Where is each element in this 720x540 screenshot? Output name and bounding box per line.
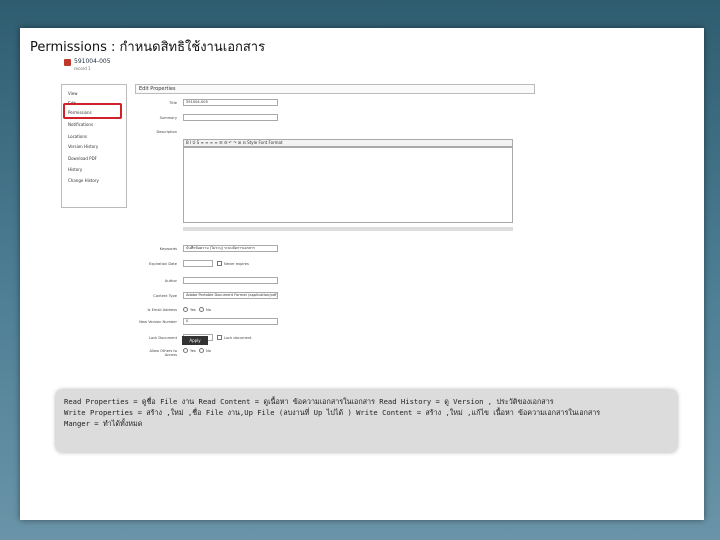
keywords-input[interactable]: บันทึกข้อความ (ไม่ระบุ) ระบบจัดการเอกสาร	[183, 245, 278, 252]
allow-yes-label: Yes	[190, 349, 196, 353]
caption-line-3: Manger = ทำได้ทั้งหมด	[64, 419, 143, 428]
never-expires-checkbox[interactable]	[217, 261, 222, 266]
expiration-label: Expiration Date	[149, 262, 177, 266]
slide: Permissions : กำหนดสิทธิใช้งานเอกสาร 591…	[20, 28, 704, 520]
content-type-label: Content Type	[153, 294, 177, 298]
caption-line-2: Write Properties = สร้าง ,ใหม่ ,ชื่อ Fil…	[64, 408, 601, 417]
caption-line-1: Read Properties = ดูชื่อ File งาน Read C…	[64, 397, 554, 406]
nav-item-download[interactable]: Download PDF	[68, 156, 97, 161]
lock-note: Lock document	[224, 336, 252, 340]
permissions-caption: Read Properties = ดูชื่อ File งาน Read C…	[56, 390, 677, 452]
allow-no-radio[interactable]	[199, 348, 204, 353]
email-no-label: No	[206, 308, 211, 312]
edit-properties-title: Edit Properties	[135, 84, 535, 94]
allow-yes-radio[interactable]	[183, 348, 188, 353]
author-input[interactable]	[183, 277, 278, 284]
version-input[interactable]: 0	[183, 318, 278, 325]
keywords-label: Keywords	[159, 247, 177, 251]
email-yes-radio[interactable]	[183, 307, 188, 312]
never-expires-label: Never expires	[224, 262, 249, 266]
embedded-screenshot: 591004-005 record 1 View Edit Permission…	[56, 54, 540, 357]
expiration-input[interactable]	[183, 260, 213, 267]
record-id: 591004-005	[74, 58, 111, 65]
email-yes-label: Yes	[190, 308, 196, 312]
lock-label: Lock Document	[149, 336, 177, 340]
document-icon	[64, 59, 71, 66]
lock-checkbox[interactable]	[217, 335, 222, 340]
record-subtitle: record 1	[74, 66, 91, 71]
title-label: Title	[169, 101, 177, 105]
nav-item-version-history[interactable]: Version History	[68, 144, 98, 149]
description-editor[interactable]	[183, 147, 513, 223]
nav-item-change-history[interactable]: Change History	[68, 178, 99, 183]
author-label: Author	[164, 279, 177, 283]
apply-button[interactable]: Apply	[182, 336, 208, 345]
nav-item-notifications[interactable]: Notifications	[68, 122, 93, 127]
summary-input[interactable]	[183, 114, 278, 121]
nav-item-history[interactable]: History	[68, 167, 82, 172]
title-input[interactable]: 591004-005	[183, 99, 278, 106]
nav-item-locations[interactable]: Locations	[68, 134, 87, 139]
email-no-radio[interactable]	[199, 307, 204, 312]
email-label: Is Email Address	[147, 308, 178, 312]
content-type-select[interactable]: Adobe Portable Document Format (applicat…	[183, 292, 278, 299]
editor-toolbar[interactable]: B I U S ≡ ≡ ≡ ≡ ☰ ☰ ↶ ↷ ⊞ ⊟ Style Font F…	[183, 139, 513, 147]
editor-scrollbar[interactable]	[183, 227, 513, 231]
edit-properties-panel: Title Edit Properties Title 591004-005 S…	[135, 84, 535, 357]
permissions-highlight-box	[63, 103, 122, 119]
description-label: Description	[156, 130, 177, 134]
summary-label: Summary	[159, 116, 177, 120]
allow-label: Allow Others to Access	[149, 349, 177, 357]
version-label: New Version Number	[139, 320, 177, 324]
allow-no-label: No	[206, 349, 211, 353]
nav-item-view[interactable]: View	[68, 91, 78, 96]
